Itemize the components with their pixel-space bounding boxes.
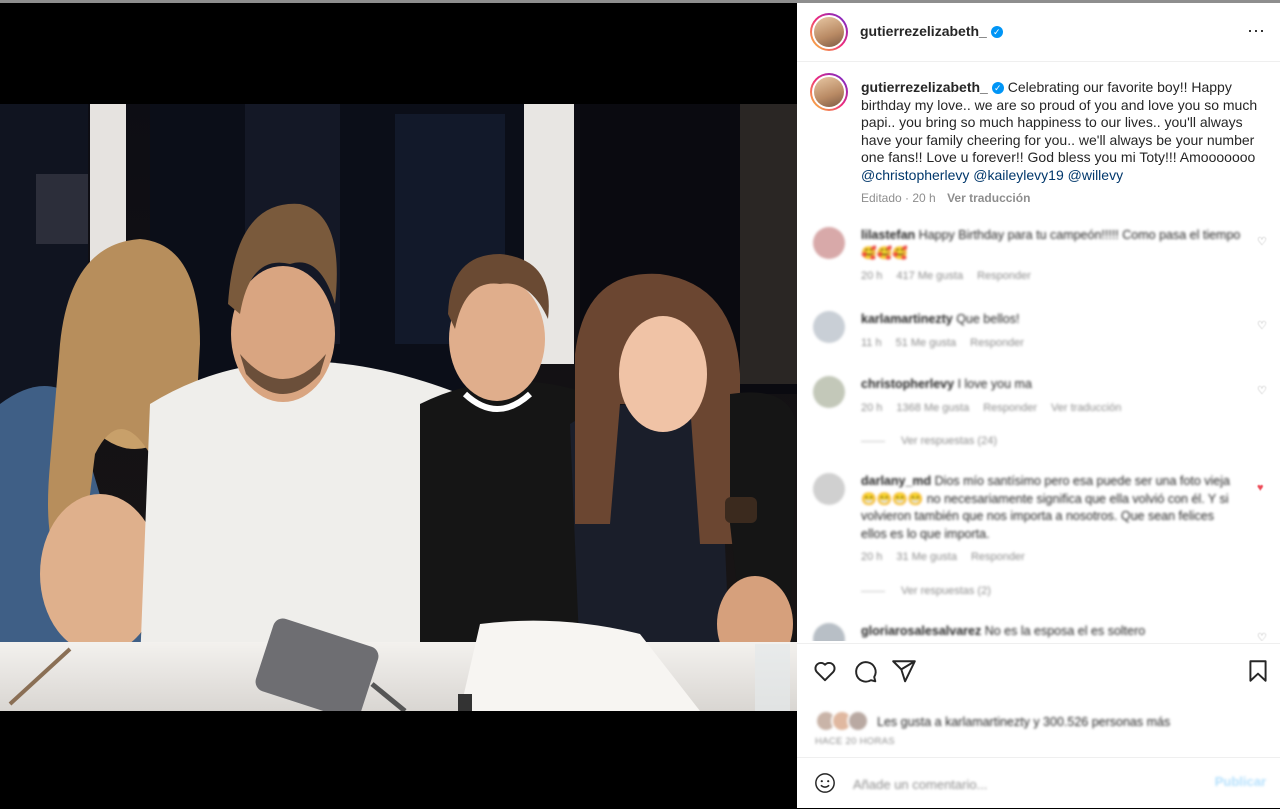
comment-time: 20 h [861,551,883,563]
author-username[interactable]: gutierrezelizabeth_ [860,23,987,39]
family-photo-illustration [0,104,797,711]
comment-text: No es la esposa el es soltero [984,624,1146,638]
comment-body: lilastefan Happy Birthday para tu campeó… [861,227,1241,286]
comment-like-icon[interactable]: ♥ [1257,483,1268,494]
author-avatar[interactable] [810,13,848,51]
comment-time: 11 h [861,336,882,349]
heart-icon[interactable] [812,658,838,684]
comment-avatar[interactable] [813,311,845,343]
comment-username[interactable]: karlamartinezty [861,312,953,326]
comment-avatar[interactable] [813,473,845,505]
edited-time: Editado · 20 h [861,191,936,205]
add-comment-bar: Publicar [797,757,1280,809]
post-media[interactable] [0,3,797,808]
comment-likes[interactable]: 417 Me gusta [896,270,963,282]
post-comment-button[interactable]: Publicar [1215,774,1266,789]
post-timestamp: HACE 20 HORAS [815,736,895,747]
caption-meta: Editado · 20 h Ver traducción [861,191,1038,205]
comment-like-icon[interactable]: ♡ [1257,386,1268,397]
comment-text: I love you ma [957,377,1032,391]
comment-icon[interactable] [852,658,878,684]
verified-badge-icon: ✓ [990,26,1003,38]
comments-list[interactable]: lilastefan Happy Birthday para tu campeó… [797,223,1280,641]
comment-body: christopherlevy I love you ma 20 h 1368 M… [861,376,1241,417]
post-photo [0,104,797,711]
comment-like-icon[interactable]: ♡ [1257,237,1268,248]
view-replies-link[interactable]: Ver respuestas (24) [861,435,997,447]
comment-body: karlamartinezty Que bellos! 11 h 51 Me gu… [861,311,1241,352]
comment-time: 20 h [861,270,883,282]
reply-link[interactable]: Responder [977,270,1031,282]
post-caption: gutierrezelizabeth_ ✓ Celebrating our fav… [861,79,1261,184]
caption-username[interactable]: gutierrezelizabeth_ [861,79,988,95]
share-icon[interactable] [891,658,917,684]
liker-avatars [815,710,869,735]
mention-link[interactable]: @kaileylevy19 [973,167,1063,183]
comment-username[interactable]: darlany_md [861,474,931,488]
comment-avatar[interactable] [813,623,845,641]
see-translation-link[interactable]: Ver traducción [1051,402,1121,414]
post-side-panel: gutierrezelizabeth_ ✓ ⋯ gutierrezelizabet… [797,3,1280,808]
comment-body: gloriarosalesalvarez No es la esposa el … [861,623,1241,641]
view-replies-link[interactable]: Ver respuestas (2) [861,585,991,597]
reply-link[interactable]: Responder [971,551,1025,563]
reply-link[interactable]: Responder [970,337,1024,349]
post-header: gutierrezelizabeth_ ✓ ⋯ [797,3,1280,62]
comment-avatar[interactable] [813,227,845,259]
comment-body: darlany_md Dios mío santísimo pero esa p… [861,473,1241,567]
mention-link[interactable]: @willevy [1068,167,1123,183]
comment-text: Que bellos! [956,312,1020,326]
comment-username[interactable]: lilastefan [861,228,915,242]
verified-badge-icon: ✓ [991,82,1004,94]
comment-username[interactable]: christopherlevy [861,377,954,391]
reply-link[interactable]: Responder [983,402,1037,414]
likes-summary[interactable]: Les gusta a karlamartinezty y 300.526 pe… [815,710,1170,735]
emoji-icon[interactable] [814,772,836,794]
comment-time: 20 h [861,401,883,414]
author-name-row: gutierrezelizabeth_ ✓ [860,23,1003,41]
comment-input[interactable] [851,772,1195,796]
comment-text: Happy Birthday para tu campeón!!!!! Como… [861,228,1241,260]
comment-like-icon[interactable]: ♡ [1257,633,1268,642]
comment-like-icon[interactable]: ♡ [1257,321,1268,332]
more-options-icon[interactable]: ⋯ [1247,21,1266,42]
comment-likes[interactable]: 31 Me gusta [896,551,957,563]
see-translation-link[interactable]: Ver traducción [947,191,1030,205]
bookmark-icon[interactable] [1245,658,1271,684]
caption-avatar[interactable] [810,73,848,111]
comment-likes[interactable]: 51 Me gusta [896,337,957,349]
comment-avatar[interactable] [813,376,845,408]
mention-link[interactable]: @christopherlevy [861,167,969,183]
comment-likes[interactable]: 1368 Me gusta [896,402,969,414]
likes-text: Les gusta a karlamartinezty y 300.526 pe… [877,714,1171,729]
comment-username[interactable]: gloriarosalesalvarez [861,624,981,638]
